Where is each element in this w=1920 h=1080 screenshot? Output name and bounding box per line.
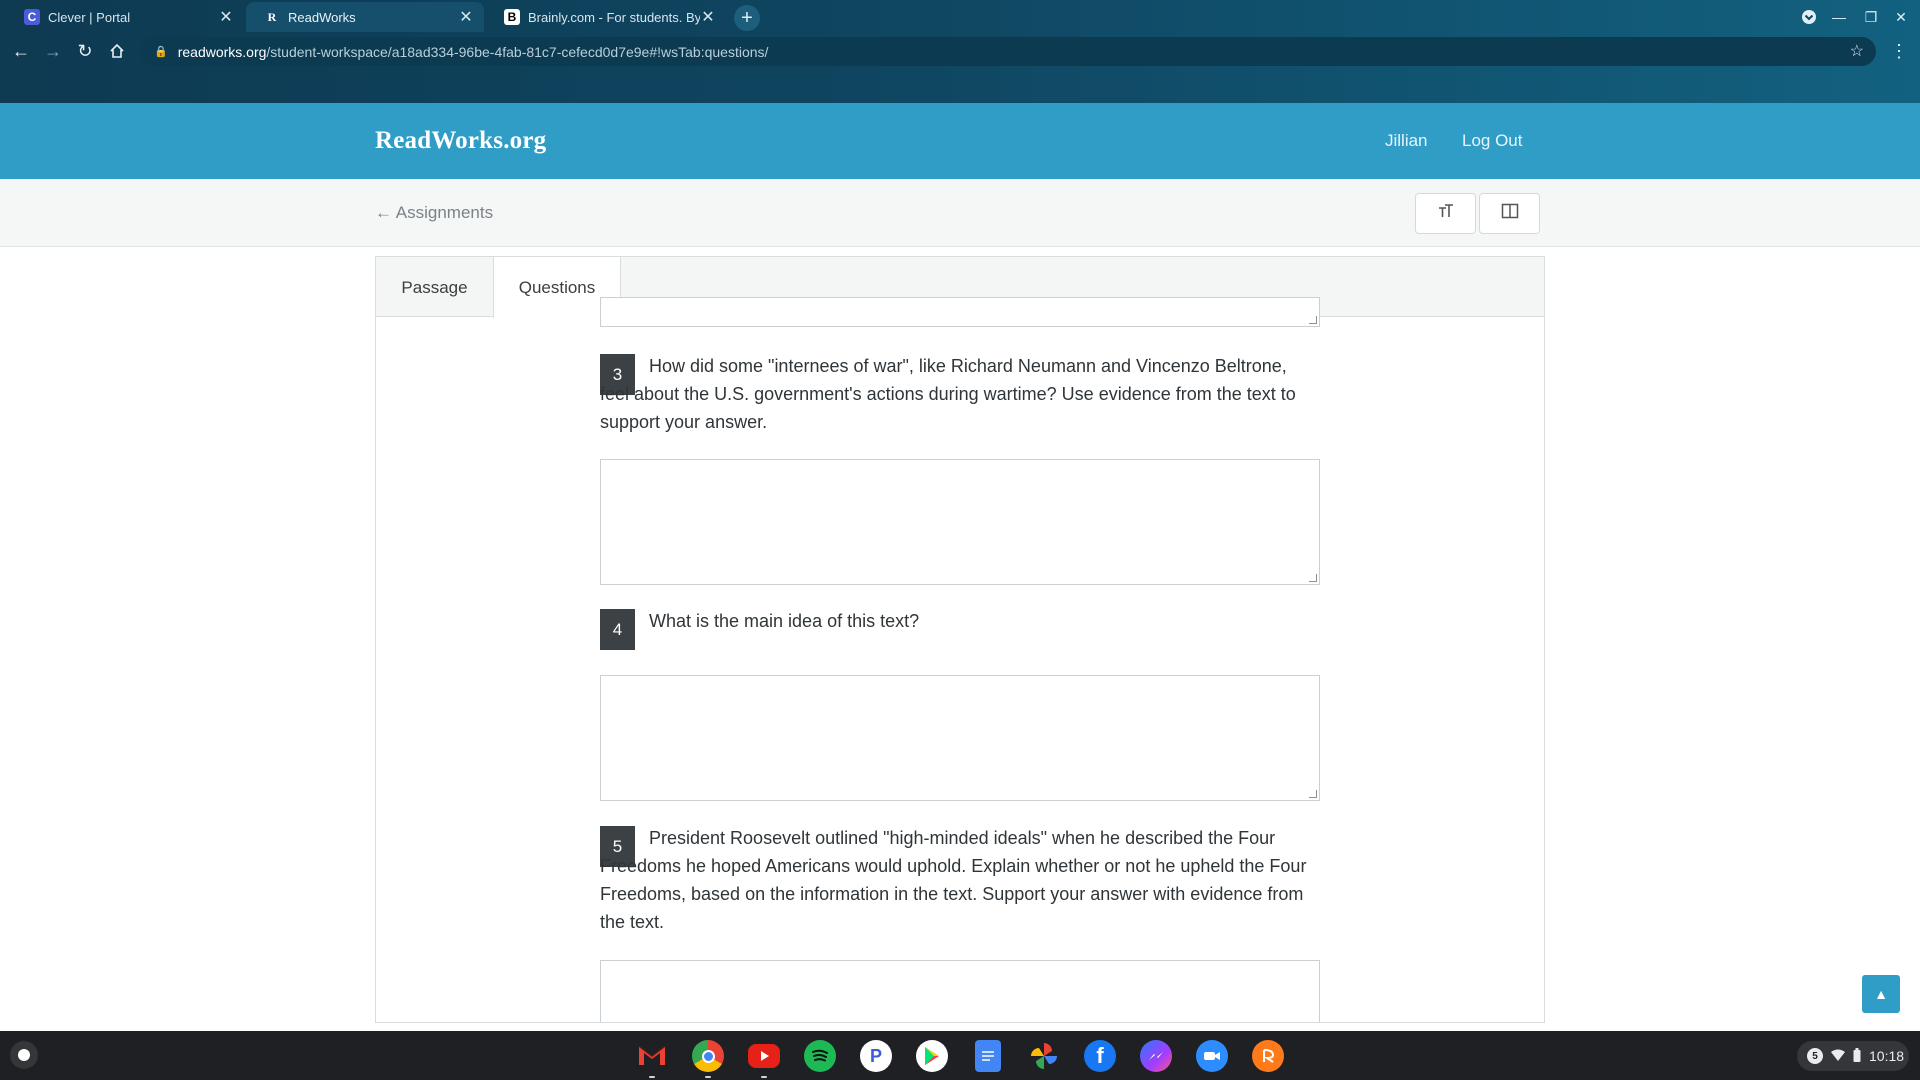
- photos-icon[interactable]: [1028, 1040, 1060, 1072]
- close-icon[interactable]: ✕: [700, 7, 716, 27]
- browser-toolbar: ← → ↻ 🔒 readworks.org/student-workspace/…: [0, 34, 1920, 68]
- pandora-icon[interactable]: P: [860, 1040, 892, 1072]
- tab-strip: C Clever | Portal ✕ R ReadWorks ✕ B Brai…: [0, 0, 1920, 32]
- running-indicator: [705, 1076, 711, 1078]
- answer-textarea-4[interactable]: [600, 675, 1320, 801]
- bookmark-star-icon[interactable]: ☆: [1850, 41, 1864, 61]
- url-host: readworks.org: [177, 43, 267, 60]
- spotify-icon[interactable]: [804, 1040, 836, 1072]
- menu-kebab-icon[interactable]: ⋮: [1886, 38, 1912, 64]
- reload-icon[interactable]: ↻: [72, 38, 98, 64]
- youtube-icon[interactable]: [748, 1044, 780, 1068]
- tab-passage[interactable]: Passage: [376, 257, 493, 318]
- system-tray[interactable]: 5 10:18: [1797, 1041, 1909, 1071]
- tab-title: ReadWorks: [288, 9, 356, 25]
- new-tab-button[interactable]: +: [734, 5, 760, 31]
- gmail-icon[interactable]: [636, 1040, 668, 1072]
- notification-count-badge: 5: [1807, 1048, 1823, 1064]
- launcher-button[interactable]: [10, 1041, 38, 1069]
- close-icon[interactable]: ✕: [218, 7, 234, 27]
- user-name-link[interactable]: Jillian: [1385, 131, 1428, 151]
- tab-search-icon[interactable]: [1796, 4, 1822, 30]
- forward-arrow-icon[interactable]: →: [40, 38, 66, 64]
- chrome-icon[interactable]: [692, 1040, 724, 1072]
- split-view-icon: [1501, 203, 1519, 224]
- close-icon[interactable]: ✕: [458, 7, 474, 27]
- restore-icon[interactable]: ❐: [1858, 4, 1884, 30]
- arrow-up-icon: ▲: [1874, 986, 1888, 1002]
- back-arrow-icon[interactable]: ←: [8, 38, 34, 64]
- answer-textarea-5[interactable]: [600, 960, 1320, 1022]
- clock-time: 10:18: [1869, 1048, 1905, 1064]
- url-path: /student-workspace/a18ad334-96be-4fab-81…: [266, 43, 769, 60]
- question-text: How did some "internees of war", like Ri…: [600, 356, 1296, 432]
- launcher-icon: [18, 1049, 30, 1061]
- brainly-favicon-icon: B: [504, 9, 520, 25]
- browser-chrome: C Clever | Portal ✕ R ReadWorks ✕ B Brai…: [0, 0, 1920, 103]
- battery-icon: [1853, 1047, 1861, 1065]
- wifi-icon: [1831, 1049, 1845, 1064]
- os-shelf: P f 5 10:18: [0, 1031, 1920, 1080]
- scroll-to-top-button[interactable]: ▲: [1862, 975, 1900, 1013]
- browser-tab-readworks[interactable]: R ReadWorks ✕: [246, 2, 484, 32]
- zoom-icon[interactable]: [1196, 1040, 1228, 1072]
- split-view-button[interactable]: [1479, 193, 1540, 234]
- facebook-icon[interactable]: f: [1084, 1040, 1116, 1072]
- site-header: ReadWorks.org Jillian Log Out: [0, 103, 1920, 179]
- question-text: What is the main idea of this text?: [649, 611, 920, 631]
- play-store-icon[interactable]: [916, 1040, 948, 1072]
- workspace-panel: Passage Questions 3 How did some "intern…: [375, 256, 1545, 1023]
- readworks-logo[interactable]: ReadWorks.org: [375, 127, 546, 155]
- readworks-favicon-icon: R: [267, 9, 277, 24]
- minimize-icon[interactable]: —: [1826, 4, 1852, 30]
- docs-icon[interactable]: [975, 1040, 1001, 1072]
- assignment-toolbar: ← Assignments: [0, 179, 1920, 247]
- question-text: President Roosevelt outlined "high-minde…: [600, 828, 1307, 932]
- text-size-button[interactable]: [1415, 193, 1476, 234]
- running-indicator: [761, 1076, 767, 1078]
- answer-textarea-2[interactable]: [600, 297, 1320, 327]
- close-window-icon[interactable]: ✕: [1888, 4, 1914, 30]
- back-to-assignments-link[interactable]: ← Assignments: [375, 203, 493, 223]
- tab-title: Brainly.com - For students. By st: [528, 9, 700, 25]
- browser-tab-brainly[interactable]: B Brainly.com - For students. By st ✕: [486, 2, 726, 32]
- tab-title: Clever | Portal: [48, 9, 131, 25]
- running-indicator: [649, 1076, 655, 1078]
- clever-favicon-icon: C: [24, 9, 40, 25]
- logout-link[interactable]: Log Out: [1462, 131, 1523, 151]
- text-size-icon: [1437, 203, 1455, 224]
- answer-textarea-3[interactable]: [600, 459, 1320, 585]
- messenger-icon[interactable]: [1140, 1040, 1172, 1072]
- home-icon[interactable]: [104, 38, 130, 64]
- browser-tab-clever[interactable]: C Clever | Portal ✕: [6, 2, 244, 32]
- address-bar[interactable]: 🔒 readworks.org/student-workspace/a18ad3…: [140, 37, 1876, 66]
- reading-app-icon[interactable]: [1252, 1040, 1284, 1072]
- lock-icon: 🔒: [154, 46, 168, 58]
